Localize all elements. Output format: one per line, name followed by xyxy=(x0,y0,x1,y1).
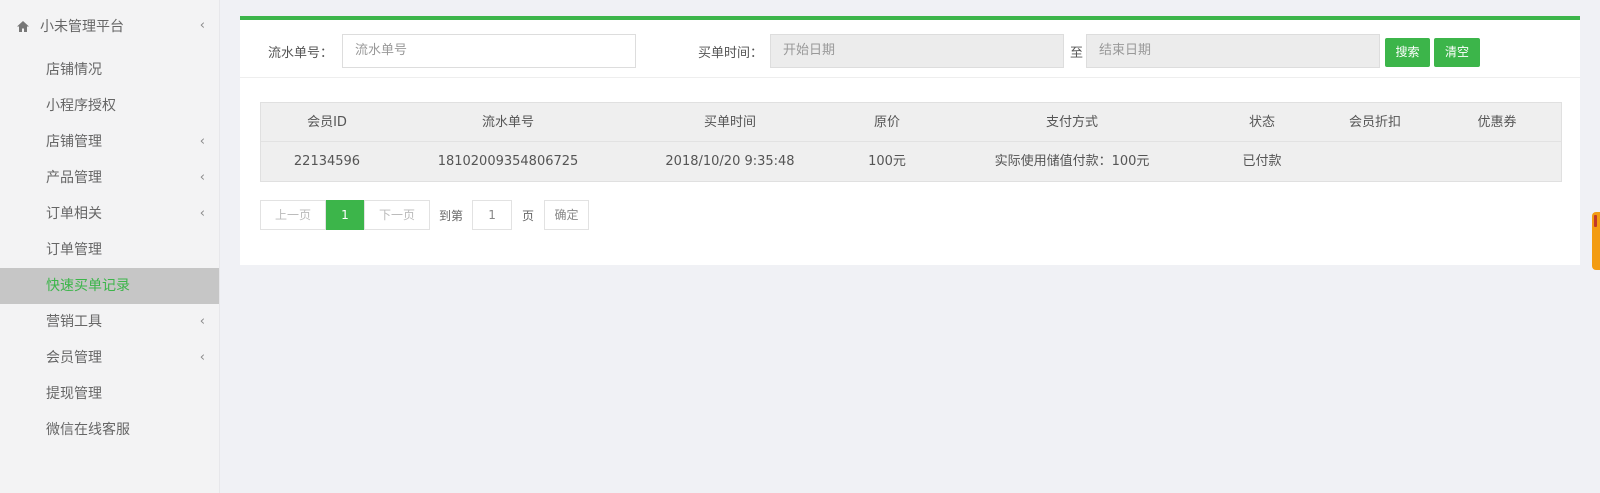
sidebar-item-label: 会员管理 xyxy=(46,350,102,366)
table-cell: 2018/10/20 9:35:48 xyxy=(665,154,795,169)
sidebar-item-miniprogram-auth[interactable]: 小程序授权 xyxy=(0,88,219,124)
column-header: 会员ID xyxy=(307,115,347,130)
home-icon xyxy=(16,20,32,33)
sidebar-header[interactable]: 小未管理平台 ‹ xyxy=(0,0,219,52)
page-label: 页 xyxy=(522,208,535,223)
chevron-left-icon: ‹ xyxy=(199,170,205,185)
sidebar-item-marketing-tools[interactable]: 营销工具 ‹ xyxy=(0,304,219,340)
records-table: 会员ID 流水单号 买单时间 原价 支付方式 状态 会员折扣 优惠券 22134… xyxy=(260,102,1562,182)
start-date-input[interactable]: 开始日期 xyxy=(770,34,1064,68)
chevron-left-icon: ‹ xyxy=(199,134,205,149)
sidebar-menu: 店铺情况 小程序授权 店铺管理 ‹ 产品管理 ‹ 订单相关 ‹ 订单管理 快速买单记录… xyxy=(0,52,219,448)
sidebar-item-label: 订单相关 xyxy=(46,206,102,222)
column-header: 状态 xyxy=(1248,115,1275,130)
sidebar-item-label: 小程序授权 xyxy=(46,98,116,114)
column-header: 优惠券 xyxy=(1477,115,1517,130)
chevron-left-icon: ‹ xyxy=(199,206,205,221)
end-date-input[interactable]: 结束日期 xyxy=(1086,34,1380,68)
to-label: 至 xyxy=(1070,46,1084,61)
chevron-left-icon: ‹ xyxy=(199,18,205,33)
column-header: 会员折扣 xyxy=(1348,115,1401,130)
sidebar-item-withdrawal[interactable]: 提现管理 xyxy=(0,376,219,412)
table-cell: 100元 xyxy=(868,154,906,169)
clear-button[interactable]: 清空 xyxy=(1434,38,1480,67)
goto-label: 到第 xyxy=(439,208,464,223)
table-cell: 实际使用储值付款：100元 xyxy=(994,154,1150,169)
sidebar-item-member-management[interactable]: 会员管理 ‹ xyxy=(0,340,219,376)
pagination: 上一页 1 下一页 到第 1 页 确定 xyxy=(260,200,590,230)
search-button[interactable]: 搜索 xyxy=(1385,38,1430,67)
column-header: 支付方式 xyxy=(1045,115,1098,130)
sidebar-item-product-management[interactable]: 产品管理 ‹ xyxy=(0,160,219,196)
sidebar-item-label: 快速买单记录 xyxy=(46,278,130,294)
sidebar-item-label: 营销工具 xyxy=(46,314,102,330)
serial-number-label: 流水单号： xyxy=(268,46,334,61)
table-row[interactable]: 22134596 18102009354806725 2018/10/20 9:… xyxy=(261,142,1561,181)
table-cell: 22134596 xyxy=(293,154,361,169)
serial-number-input[interactable]: 流水单号 xyxy=(342,34,636,68)
sidebar-item-order-related[interactable]: 订单相关 ‹ xyxy=(0,196,219,232)
column-header: 买单时间 xyxy=(703,115,756,130)
sidebar-item-store-management[interactable]: 店铺管理 ‹ xyxy=(0,124,219,160)
sidebar-item-wechat-support[interactable]: 微信在线客服 xyxy=(0,412,219,448)
table-cell: 已付款 xyxy=(1242,154,1282,169)
next-page-button[interactable]: 下一页 xyxy=(364,200,430,230)
table-cell xyxy=(1433,142,1561,181)
sidebar-item-label: 店铺管理 xyxy=(46,134,102,150)
column-header: 流水单号 xyxy=(481,115,534,130)
sidebar-item-store-overview[interactable]: 店铺情况 xyxy=(0,52,219,88)
sidebar-item-quick-pay-records[interactable]: 快速买单记录 xyxy=(0,268,219,304)
main-panel: 流水单号： 流水单号 买单时间： 开始日期 至 结束日期 搜索 清空 会员ID … xyxy=(240,16,1580,265)
sidebar-title: 小未管理平台 xyxy=(40,19,124,35)
sidebar-item-label: 微信在线客服 xyxy=(46,422,130,438)
chevron-left-icon: ‹ xyxy=(199,314,205,329)
table-header: 会员ID 流水单号 买单时间 原价 支付方式 状态 会员折扣 优惠券 xyxy=(261,103,1561,142)
sidebar-item-order-management[interactable]: 订单管理 xyxy=(0,232,219,268)
prev-page-button[interactable]: 上一页 xyxy=(260,200,326,230)
sidebar-item-label: 提现管理 xyxy=(46,386,102,402)
sidebar: 小未管理平台 ‹ 店铺情况 小程序授权 店铺管理 ‹ 产品管理 ‹ 订单相关 ‹ 订单… xyxy=(0,0,220,493)
pay-time-label: 买单时间： xyxy=(698,46,764,61)
confirm-page-button[interactable]: 确定 xyxy=(544,200,590,230)
chevron-left-icon: ‹ xyxy=(199,350,205,365)
page-1-button[interactable]: 1 xyxy=(326,200,364,230)
goto-page-input[interactable]: 1 xyxy=(472,200,513,230)
sidebar-item-label: 产品管理 xyxy=(46,170,102,186)
sidebar-item-label: 订单管理 xyxy=(46,242,102,258)
table-cell xyxy=(1317,142,1433,181)
table-cell: 18102009354806725 xyxy=(437,154,579,169)
search-bar: 流水单号： 流水单号 买单时间： 开始日期 至 结束日期 搜索 清空 xyxy=(240,20,1580,78)
sidebar-item-label: 店铺情况 xyxy=(46,62,102,78)
column-header: 原价 xyxy=(873,115,900,130)
scroll-indicator[interactable] xyxy=(1592,212,1600,270)
